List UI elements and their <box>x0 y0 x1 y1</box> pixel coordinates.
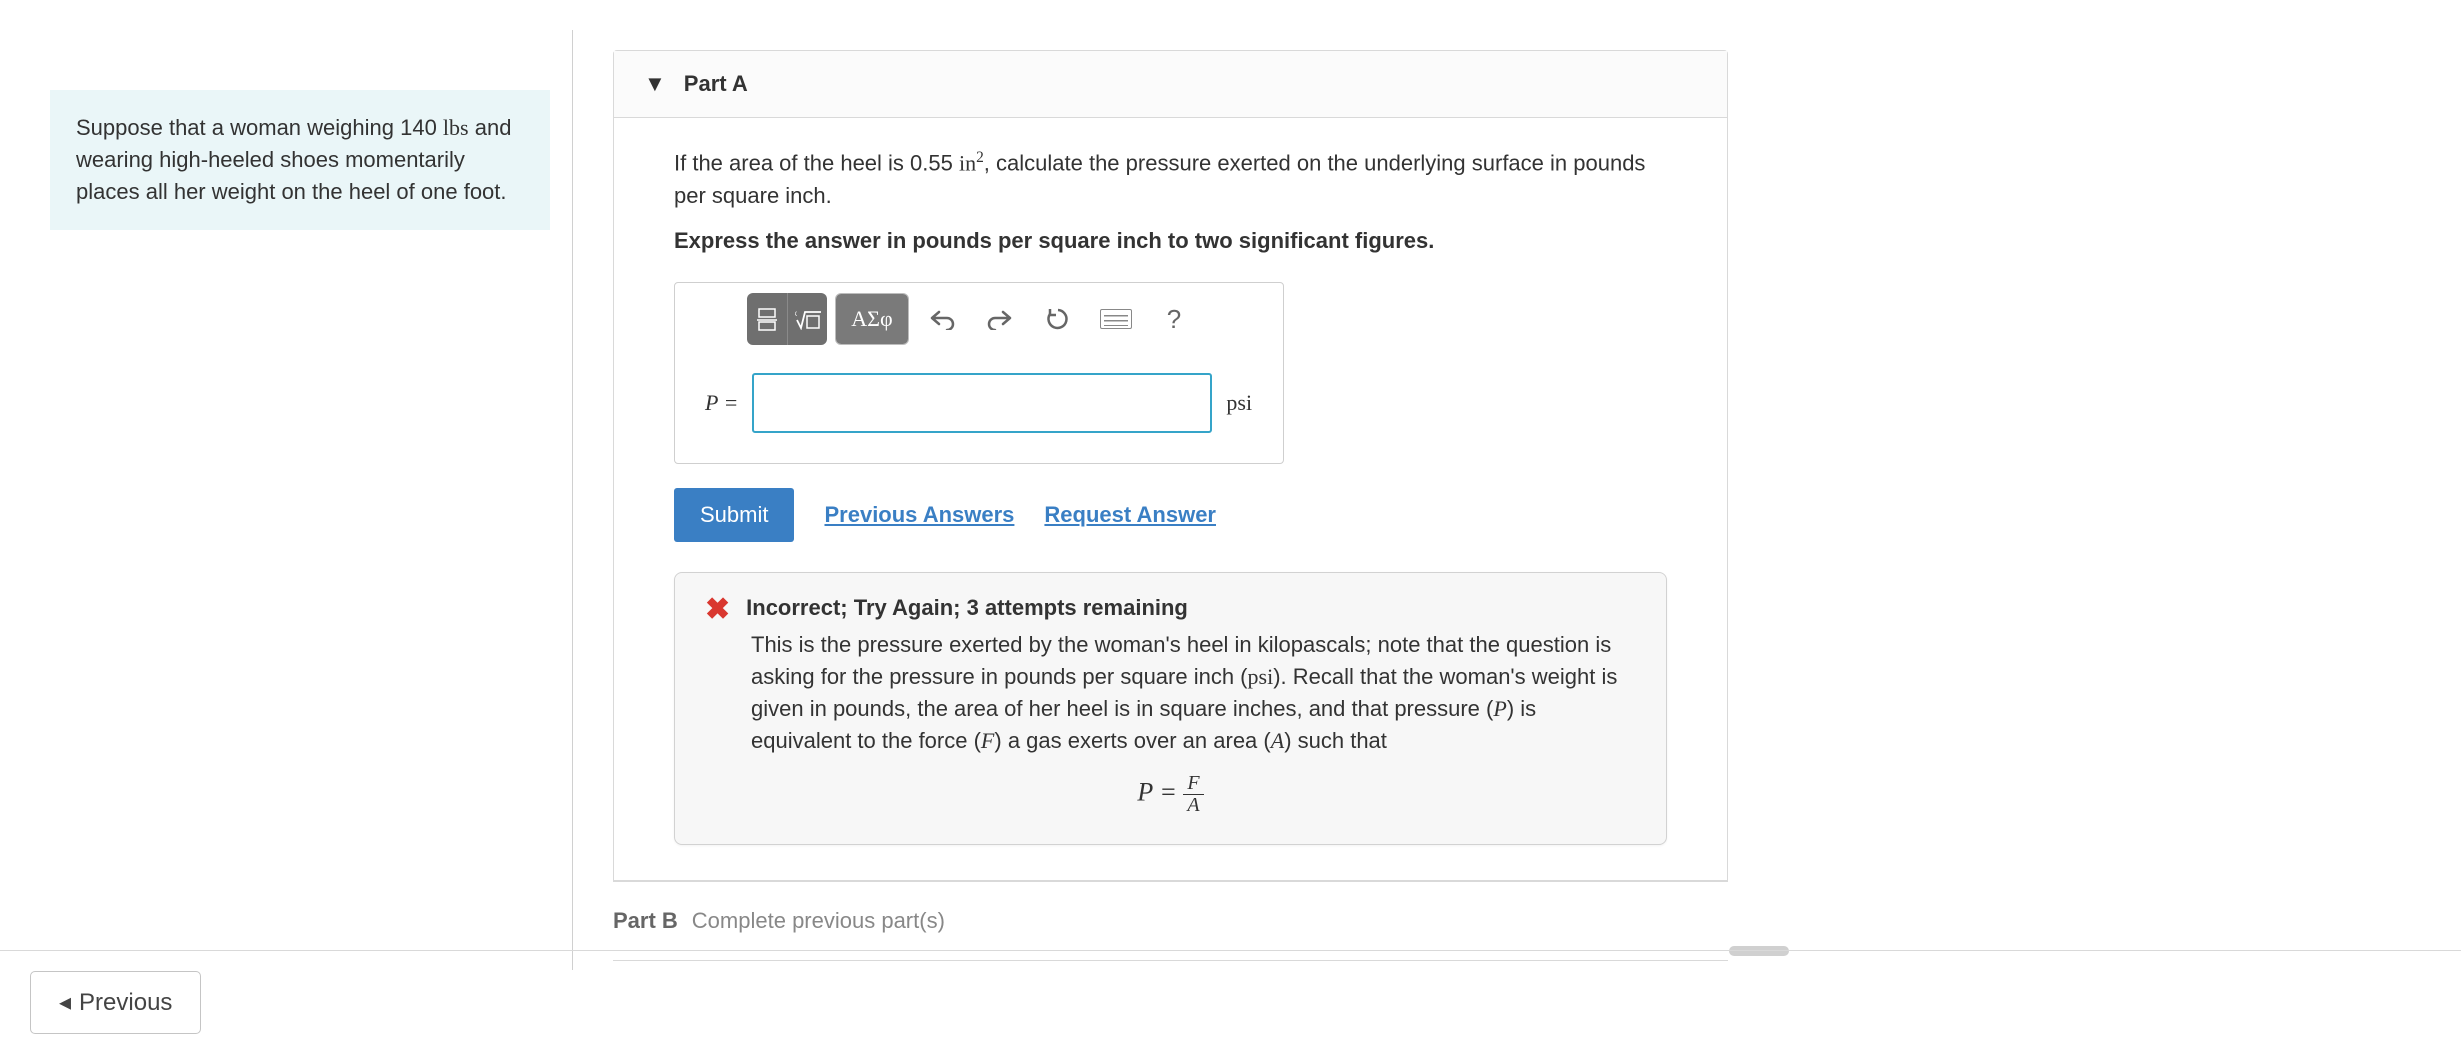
part-a-header[interactable]: ▼ Part A <box>614 51 1727 118</box>
previous-label: Previous <box>79 989 172 1017</box>
reset-button[interactable] <box>1033 295 1083 343</box>
fraction-tool-button[interactable] <box>747 293 787 345</box>
svg-text:x: x <box>795 309 797 318</box>
undo-icon <box>929 308 955 330</box>
greek-symbols-button[interactable]: ΑΣφ <box>836 294 908 344</box>
question-pre: If the area of the heel is 0.55 <box>674 150 959 175</box>
answer-input[interactable] <box>752 373 1212 433</box>
question-unit-exp: 2 <box>976 149 984 166</box>
part-a-panel: ▼ Part A If the area of the heel is 0.55… <box>613 50 1728 881</box>
question-unit-base: in <box>959 150 976 175</box>
answer-instruction: Express the answer in pounds per square … <box>674 228 1667 254</box>
submit-button[interactable]: Submit <box>674 488 794 542</box>
equation-toolbar: x ΑΣφ <box>675 293 1283 345</box>
symbol-tools-group: ΑΣφ <box>835 293 909 345</box>
problem-unit: lbs <box>443 115 469 140</box>
unit-label: psi <box>1226 390 1252 416</box>
feedback-headline: Incorrect; Try Again; 3 attempts remaini… <box>746 595 1188 621</box>
redo-icon <box>987 308 1013 330</box>
bottom-nav: ◂ Previous <box>0 950 2461 1054</box>
previous-button[interactable]: ◂ Previous <box>30 971 201 1034</box>
incorrect-icon: ✖ <box>705 595 730 625</box>
fraction-icon <box>757 307 777 331</box>
root-icon: x <box>795 308 821 330</box>
part-b-row: Part B Complete previous part(s) <box>613 881 1728 960</box>
problem-text-pre: Suppose that a woman weighing 140 <box>76 115 443 140</box>
question-text: If the area of the heel is 0.55 in2, cal… <box>674 146 1667 212</box>
keyboard-icon <box>1100 309 1132 329</box>
feedback-formula: P = F A <box>705 773 1636 816</box>
chevron-down-icon: ▼ <box>644 71 666 97</box>
part-a-title: Part A <box>684 71 748 97</box>
reset-icon <box>1045 306 1071 332</box>
vertical-divider <box>572 30 573 970</box>
problem-statement: Suppose that a woman weighing 140 lbs an… <box>50 90 550 230</box>
request-answer-link[interactable]: Request Answer <box>1044 502 1216 528</box>
undo-button[interactable] <box>917 295 967 343</box>
root-tool-button[interactable]: x <box>787 293 827 345</box>
variable-label: P = <box>705 390 738 416</box>
keyboard-button[interactable] <box>1091 295 1141 343</box>
feedback-box: ✖ Incorrect; Try Again; 3 attempts remai… <box>674 572 1667 845</box>
feedback-body: This is the pressure exerted by the woma… <box>751 629 1636 757</box>
part-b-status: Complete previous part(s) <box>692 908 945 934</box>
previous-answers-link[interactable]: Previous Answers <box>824 502 1014 528</box>
answer-panel: x ΑΣφ <box>674 282 1284 464</box>
help-button[interactable]: ? <box>1149 295 1199 343</box>
template-tools-group: x <box>747 293 827 345</box>
redo-button[interactable] <box>975 295 1025 343</box>
part-b-title: Part B <box>613 908 678 934</box>
chevron-left-icon: ◂ <box>59 988 71 1017</box>
